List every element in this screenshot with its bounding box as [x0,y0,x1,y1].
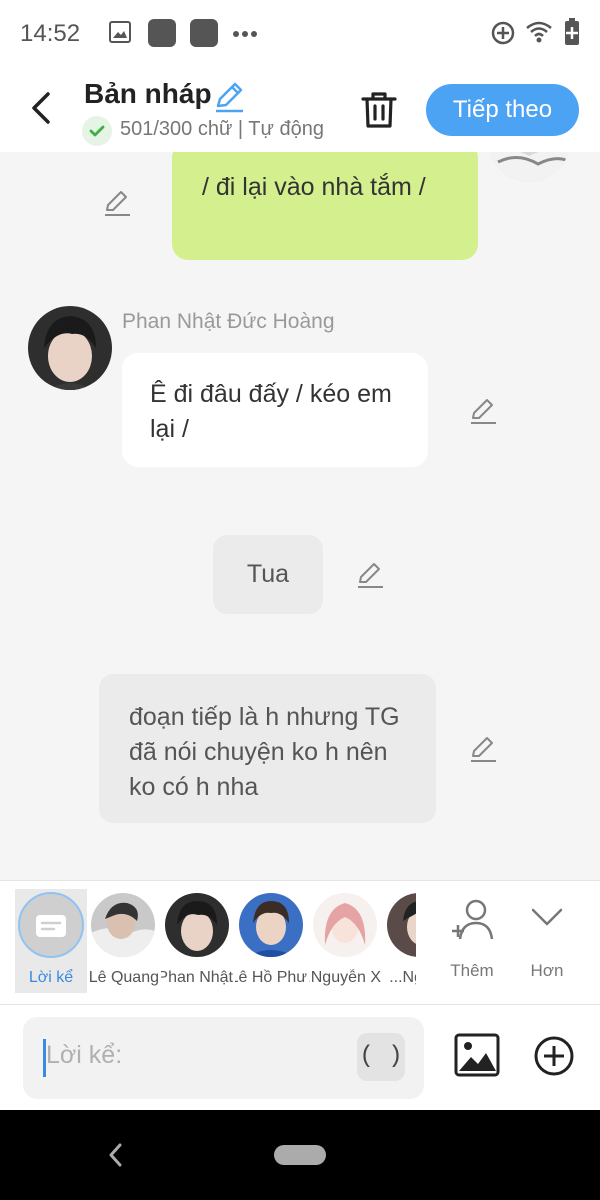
add-character-button[interactable]: Thêm [436,891,508,991]
avatar [387,893,416,957]
image-icon [109,21,131,43]
composer: ( ) [0,1004,600,1110]
character-item[interactable]: Nguyễn X... [309,889,381,993]
header: Bản nháp 501/300 chữ | Tự động Tiếp theo [0,70,600,152]
pencil-icon[interactable] [212,80,246,114]
add-label: Thêm [450,961,494,980]
message-bubble-action[interactable]: Tua [213,535,323,614]
edit-icon[interactable] [468,734,498,764]
parentheses-button[interactable]: ( ) [357,1033,405,1081]
character-name: Lê Quang ... [87,969,159,986]
word-counter: 501/300 chữ | Tự động [120,118,324,140]
message-bubble-self[interactable]: / đi lại vào nhà tắm / [172,152,478,260]
message-input-box[interactable]: ( ) [23,1017,424,1099]
image-icon[interactable] [454,1033,500,1077]
app-icon [148,19,176,47]
chevron-down-icon [531,908,563,926]
page-title: Bản nháp [84,78,212,109]
more-label: Hơn [530,961,564,980]
message-input[interactable] [46,1041,346,1070]
character-item[interactable]: Lê Quang ... [87,889,159,993]
add-circle-icon[interactable] [533,1035,575,1077]
message-bubble-character[interactable]: Ê đi đâu đấy / kéo em lại / [122,353,428,467]
battery-icon [565,18,579,45]
chat-area[interactable]: / đi lại vào nhà tắm / Phan Nhật Đức Hoà… [0,152,600,880]
avatar [165,893,229,957]
more-characters-button[interactable]: Hơn [511,891,583,991]
nav-home-button[interactable] [274,1145,326,1165]
edit-icon[interactable] [102,188,132,218]
wifi-icon [526,21,552,43]
narrator-option[interactable]: Lời kể [15,889,87,993]
character-item[interactable]: Nguyễ... [383,889,416,993]
status-time: 14:52 [20,20,81,47]
character-name: Nguyễ... [389,969,416,986]
status-bar: 14:52 [0,0,600,70]
more-dots-icon [233,31,257,37]
avatar [239,893,303,957]
avatar[interactable] [488,152,570,182]
narrator-label: Lời kể [28,969,74,986]
message-bubble-narration[interactable]: đoạn tiếp là h nhưng TG đã nói chuyện ko… [99,674,436,823]
app-icon [190,19,218,47]
check-icon [82,116,112,146]
character-selector: Lời kể Lê Quang ... Phan Nhật... Lê Hồ P… [0,880,600,1004]
avatar [313,893,377,957]
add-person-icon [452,899,494,940]
sender-name: Phan Nhật Đức Hoàng [122,310,335,333]
character-name: Phan Nhật... [161,969,233,986]
character-list: Lê Quang ... Phan Nhật... Lê Hồ Phư... N… [87,889,416,993]
character-name: Nguyễn X... [309,969,381,986]
narrator-avatar [18,892,84,958]
character-item[interactable]: Lê Hồ Phư... [235,889,307,993]
avatar [91,893,155,957]
avatar[interactable] [28,306,112,390]
trash-icon[interactable] [360,90,398,130]
back-arrow-icon[interactable] [24,88,60,128]
next-button[interactable]: Tiếp theo [426,84,579,136]
nav-back-icon[interactable] [106,1142,126,1168]
data-saver-icon [491,21,515,45]
edit-icon[interactable] [468,396,498,426]
character-item[interactable]: Phan Nhật... [161,889,233,993]
character-name: Lê Hồ Phư... [235,969,307,986]
system-nav-bar [0,1110,600,1200]
edit-icon[interactable] [355,560,385,590]
